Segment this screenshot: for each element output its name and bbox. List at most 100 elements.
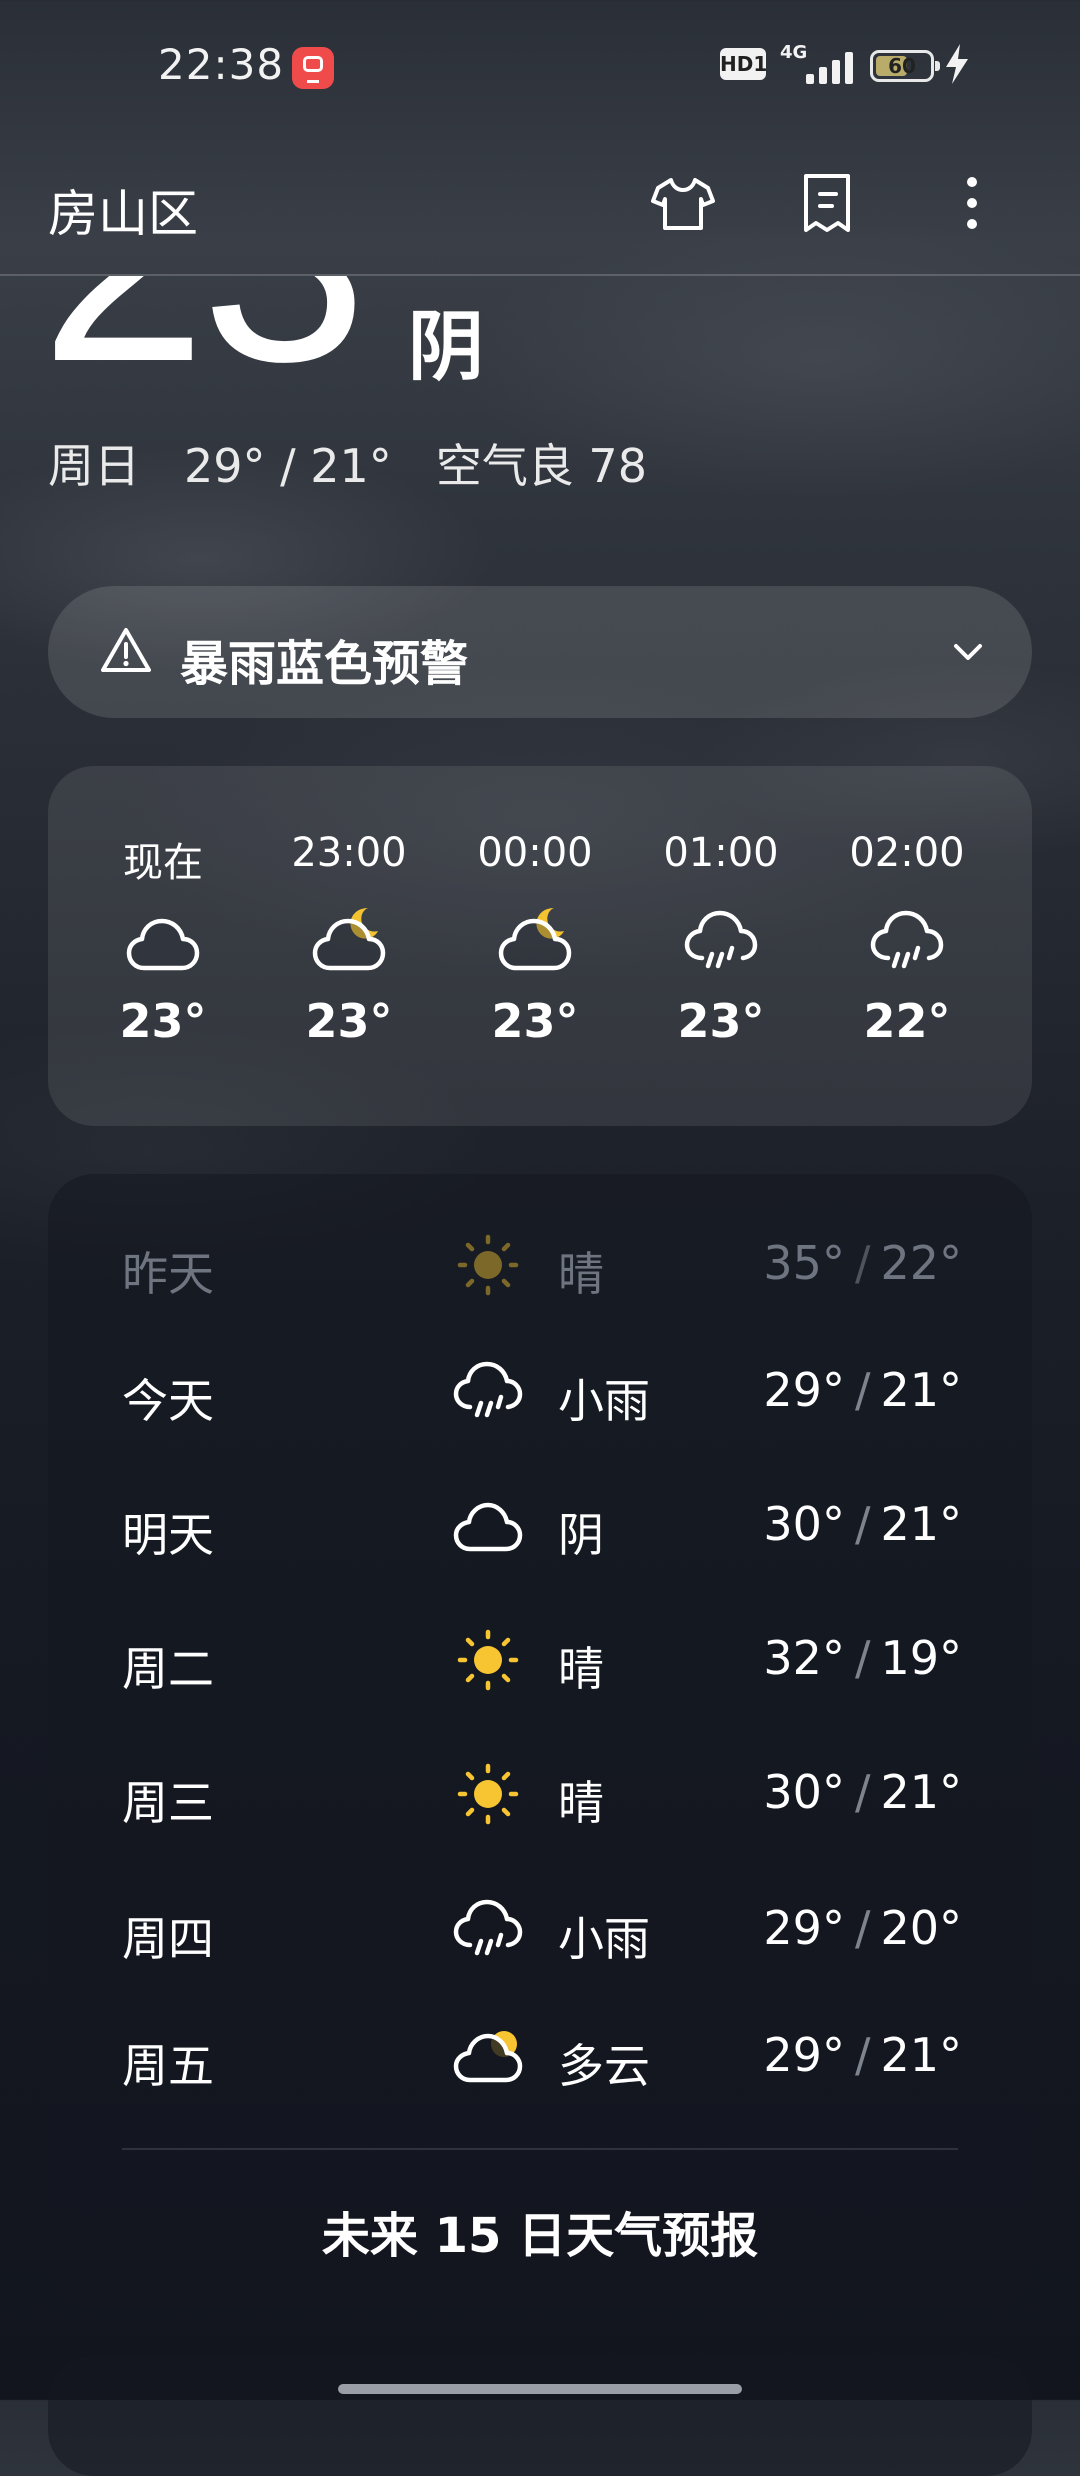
alert-text: 暴雨蓝色预警 — [180, 636, 469, 692]
signal-strength-icon — [806, 50, 858, 84]
hourly-temp: 23° — [677, 994, 765, 1048]
today-summary: 周日 29° / 21° 空气良 78 — [48, 430, 691, 496]
daily-day: 昨天 — [122, 1247, 214, 1301]
daily-low: 21° — [880, 2028, 962, 2082]
tshirt-icon[interactable] — [648, 168, 718, 238]
cloud-rain-icon — [448, 1353, 528, 1431]
temp-separator: / — [854, 1236, 871, 1290]
charging-bolt-icon — [946, 44, 968, 84]
hourly-time: 23:00 — [291, 830, 407, 876]
daily-day: 周二 — [122, 1642, 214, 1696]
current-condition: 阴 — [408, 302, 484, 391]
daily-condition: 阴 — [558, 1508, 604, 1562]
app-header: 房山区 — [0, 136, 1080, 276]
hourly-item[interactable]: 23:00 23° — [256, 830, 442, 1048]
daily-day: 周五 — [122, 2039, 214, 2093]
daily-low: 22° — [880, 1236, 962, 1290]
daily-low: 21° — [880, 1497, 962, 1551]
daily-condition: 晴 — [558, 1776, 604, 1830]
cloud-moon-icon — [490, 908, 580, 982]
cloud-icon — [448, 1487, 528, 1565]
temp-separator: / — [854, 1765, 871, 1819]
hourly-time: 01:00 — [663, 830, 779, 876]
partly-cloudy-icon — [448, 2031, 528, 2096]
hourly-item[interactable]: 02:00 22° — [814, 830, 1000, 1048]
today-day: 周日 — [48, 439, 140, 493]
current-temperature-area: 23 — [0, 276, 600, 396]
daily-condition: 小雨 — [558, 1374, 650, 1428]
daily-high: 29° — [763, 2028, 845, 2082]
daily-condition: 晴 — [558, 1642, 604, 1696]
daily-low: 21° — [880, 1765, 962, 1819]
hourly-temp: 23° — [119, 994, 207, 1048]
home-indicator[interactable] — [338, 2384, 742, 2394]
hourly-temp: 23° — [305, 994, 393, 1048]
cloud-moon-icon — [304, 908, 394, 982]
hourly-forecast-card[interactable]: 现在 23° 23:00 23° 00:00 23° 01:00 23° 02:… — [48, 766, 1032, 1126]
weather-alert-banner[interactable]: 暴雨蓝色预警 — [48, 586, 1032, 718]
daily-row[interactable]: 明天 阴 30°/21° — [48, 1471, 1032, 1581]
daily-temps: 32°/19° — [763, 1631, 962, 1685]
temp-separator: / — [854, 2028, 871, 2082]
daily-temps: 29°/21° — [763, 1363, 962, 1417]
daily-high: 30° — [763, 1765, 845, 1819]
divider — [122, 2148, 958, 2150]
sun-icon — [448, 1755, 528, 1833]
daily-row[interactable]: 周五 多云 29°/21° — [48, 2002, 1032, 2112]
chevron-down-icon[interactable] — [946, 630, 990, 674]
sun-icon — [448, 1226, 528, 1304]
daily-temps: 30°/21° — [763, 1765, 962, 1819]
daily-temps: 30°/21° — [763, 1497, 962, 1551]
hourly-item[interactable]: 00:00 23° — [442, 830, 628, 1048]
status-time: 22:38 — [158, 40, 285, 89]
daily-condition: 小雨 — [558, 1912, 650, 1966]
daily-row[interactable]: 周三 晴 30°/21° — [48, 1739, 1032, 1849]
daily-temps: 35°/22° — [763, 1236, 962, 1290]
cloud-rain-icon — [676, 902, 766, 982]
video-app-notification-icon — [292, 47, 334, 89]
daily-high: 35° — [763, 1236, 845, 1290]
daily-forecast-card: 昨天 晴 35°/22° 今天 小雨 29°/21° 明天 阴 30°/21° … — [48, 1174, 1032, 2308]
hourly-temp: 22° — [863, 994, 951, 1048]
daily-day: 今天 — [122, 1374, 214, 1428]
daily-temps: 29°/20° — [763, 1901, 962, 1955]
status-icons: HD1 4G 60 — [720, 40, 1080, 90]
daily-high: 29° — [763, 1363, 845, 1417]
cloud-rain-icon — [448, 1891, 528, 1969]
hourly-time: 现在 — [123, 840, 203, 886]
temp-separator: / — [854, 1901, 871, 1955]
daily-row[interactable]: 今天 小雨 29°/21° — [48, 1337, 1032, 1447]
daily-row[interactable]: 昨天 晴 35°/22° — [48, 1210, 1032, 1320]
daily-low: 19° — [880, 1631, 962, 1685]
daily-temps: 29°/21° — [763, 2028, 962, 2082]
cloud-icon — [118, 902, 208, 982]
daily-high: 30° — [763, 1497, 845, 1551]
cloud-rain-icon — [862, 902, 952, 982]
daily-day: 明天 — [122, 1508, 214, 1562]
daily-condition: 多云 — [558, 2039, 650, 2093]
hd-voice-icon: HD1 — [720, 48, 767, 80]
battery-icon: 60 — [870, 50, 940, 82]
hourly-item[interactable]: 01:00 23° — [628, 830, 814, 1048]
notes-icon[interactable] — [792, 168, 862, 238]
hourly-time: 02:00 — [849, 830, 965, 876]
daily-row[interactable]: 周二 晴 32°/19° — [48, 1605, 1032, 1715]
warning-triangle-icon — [101, 628, 151, 672]
network-type-label: 4G — [780, 42, 808, 63]
daily-high: 29° — [763, 1901, 845, 1955]
daily-day: 周三 — [122, 1776, 214, 1830]
current-temperature: 23 — [40, 276, 368, 396]
hourly-temp: 23° — [491, 994, 579, 1048]
sun-icon — [448, 1621, 528, 1699]
air-quality[interactable]: 空气良 78 — [436, 439, 647, 493]
daily-high: 32° — [763, 1631, 845, 1685]
daily-condition: 晴 — [558, 1247, 604, 1301]
temp-separator: / — [854, 1631, 871, 1685]
more-vertical-icon[interactable] — [937, 168, 1007, 238]
daily-row[interactable]: 周四 小雨 29°/20° — [48, 1875, 1032, 1985]
city-name[interactable]: 房山区 — [48, 174, 198, 246]
daily-day: 周四 — [122, 1912, 214, 1966]
hourly-item[interactable]: 现在 23° — [70, 830, 256, 1048]
15-day-forecast-link[interactable]: 未来 15 日天气预报 — [48, 2196, 1032, 2266]
status-bar: 22:38 HD1 4G 60 — [0, 0, 1080, 136]
